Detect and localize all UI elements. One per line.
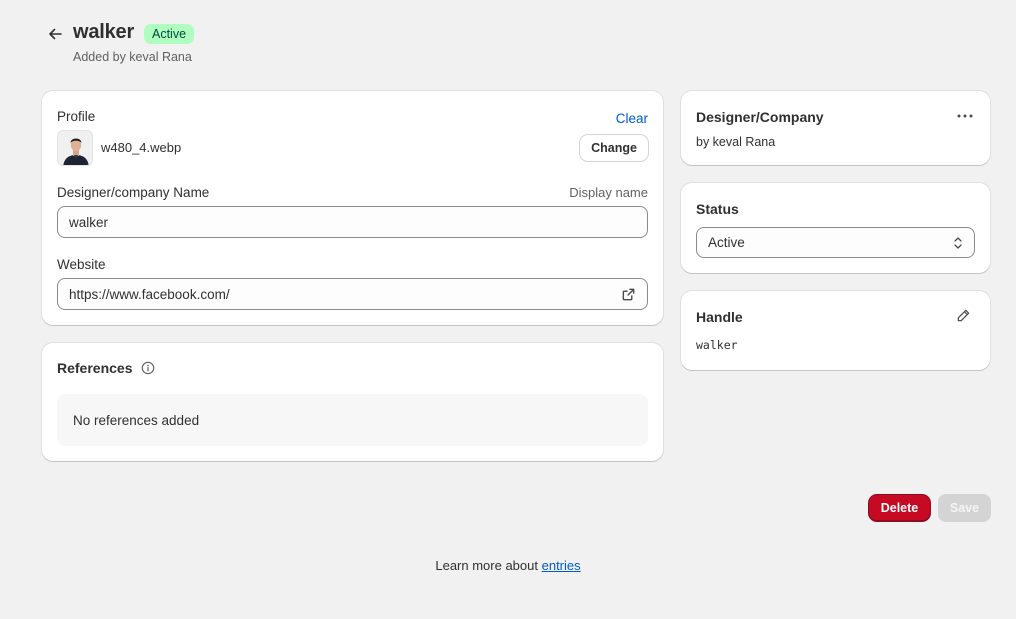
more-actions-button[interactable] <box>953 107 977 125</box>
references-card: References No references added <box>42 343 663 461</box>
info-icon[interactable] <box>141 361 155 380</box>
status-card: Status Active <box>681 183 990 273</box>
pencil-icon <box>957 309 970 322</box>
ellipsis-icon <box>957 114 973 118</box>
page-title: walker <box>73 21 135 43</box>
entries-link[interactable]: entries <box>542 558 581 573</box>
profile-card: Profile Clear w480_4.webp Change Designe… <box>42 91 663 325</box>
website-input[interactable]: https://www.facebook.com/ <box>57 278 648 310</box>
profile-thumbnail[interactable] <box>57 130 93 166</box>
handle-card-title: Handle <box>696 309 743 325</box>
references-empty-state: No references added <box>57 394 648 446</box>
change-button[interactable]: Change <box>580 135 648 161</box>
page-subtitle: Added by keval Rana <box>73 50 192 64</box>
display-name-hint: Display name <box>569 185 648 200</box>
designer-card: Designer/Company by keval Rana <box>681 91 990 165</box>
handle-card: Handle walker <box>681 291 990 370</box>
edit-handle-button[interactable] <box>956 308 971 328</box>
handle-value: walker <box>696 338 738 352</box>
designer-card-subtitle: by keval Rana <box>696 135 776 149</box>
references-title: References <box>57 360 133 376</box>
references-empty-text: No references added <box>73 412 200 428</box>
website-input-value: https://www.facebook.com/ <box>69 286 230 302</box>
name-label: Designer/company Name <box>57 185 210 200</box>
website-label: Website <box>57 257 106 272</box>
select-chevron-icon <box>954 236 962 249</box>
external-link-icon <box>622 288 635 300</box>
footer: Learn more about entries <box>0 558 1016 573</box>
status-select[interactable]: Active <box>696 227 975 258</box>
designer-card-title: Designer/Company <box>696 109 824 125</box>
person-photo-icon <box>58 131 92 165</box>
status-select-value: Active <box>708 235 745 250</box>
name-input-value: walker <box>69 214 109 230</box>
status-card-title: Status <box>696 201 739 217</box>
back-button[interactable] <box>44 23 66 45</box>
file-name: w480_4.webp <box>101 140 182 155</box>
clear-button[interactable]: Clear <box>616 111 648 126</box>
footer-text: Learn more about <box>435 558 538 573</box>
arrow-left-icon <box>49 28 62 40</box>
profile-label: Profile <box>57 109 96 124</box>
delete-button[interactable]: Delete <box>869 495 930 521</box>
status-badge: Active <box>144 24 195 44</box>
external-link-button[interactable] <box>621 287 636 302</box>
save-button[interactable]: Save <box>938 494 991 522</box>
name-input[interactable]: walker <box>57 206 648 238</box>
